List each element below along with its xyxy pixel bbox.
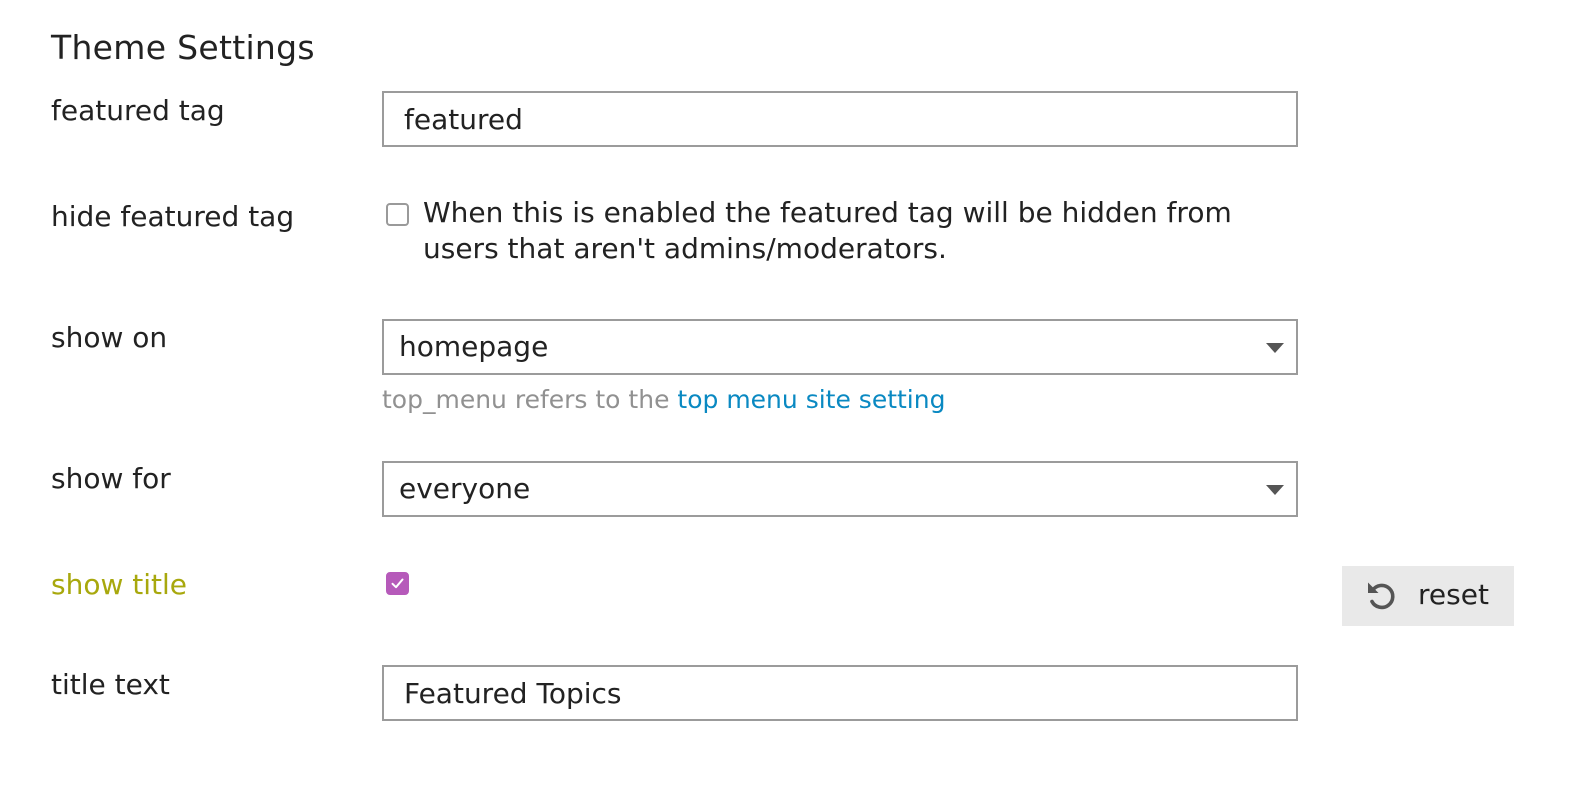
show-on-help-prefix: top_menu refers to the bbox=[382, 385, 678, 414]
title-text-input[interactable] bbox=[382, 665, 1298, 721]
check-icon bbox=[391, 578, 404, 589]
hide-featured-tag-description: When this is enabled the featured tag wi… bbox=[423, 196, 1232, 265]
page-title: Theme Settings bbox=[51, 28, 315, 67]
show-on-selected-value: homepage bbox=[399, 330, 549, 363]
caret-down-icon bbox=[1266, 485, 1284, 495]
undo-icon bbox=[1368, 582, 1395, 610]
show-on-select[interactable]: homepage bbox=[382, 319, 1298, 375]
reset-button[interactable]: reset bbox=[1342, 566, 1514, 626]
title-text-label: title text bbox=[51, 668, 170, 701]
hide-featured-tag-label: hide featured tag bbox=[51, 200, 295, 233]
show-for-select[interactable]: everyone bbox=[382, 461, 1298, 517]
show-on-help-text: top_menu refers to the top menu site set… bbox=[382, 385, 945, 414]
show-for-selected-value: everyone bbox=[399, 472, 531, 505]
show-on-label: show on bbox=[51, 321, 168, 354]
reset-button-label: reset bbox=[1418, 578, 1489, 611]
show-title-checkbox[interactable] bbox=[386, 572, 409, 595]
caret-down-icon bbox=[1266, 343, 1284, 353]
featured-tag-input[interactable] bbox=[382, 91, 1298, 147]
top-menu-site-setting-link[interactable]: top menu site setting bbox=[677, 385, 945, 414]
show-title-label: show title bbox=[51, 568, 188, 601]
show-for-label: show for bbox=[51, 462, 171, 495]
hide-featured-tag-checkbox[interactable] bbox=[386, 203, 409, 226]
featured-tag-label: featured tag bbox=[51, 94, 225, 127]
